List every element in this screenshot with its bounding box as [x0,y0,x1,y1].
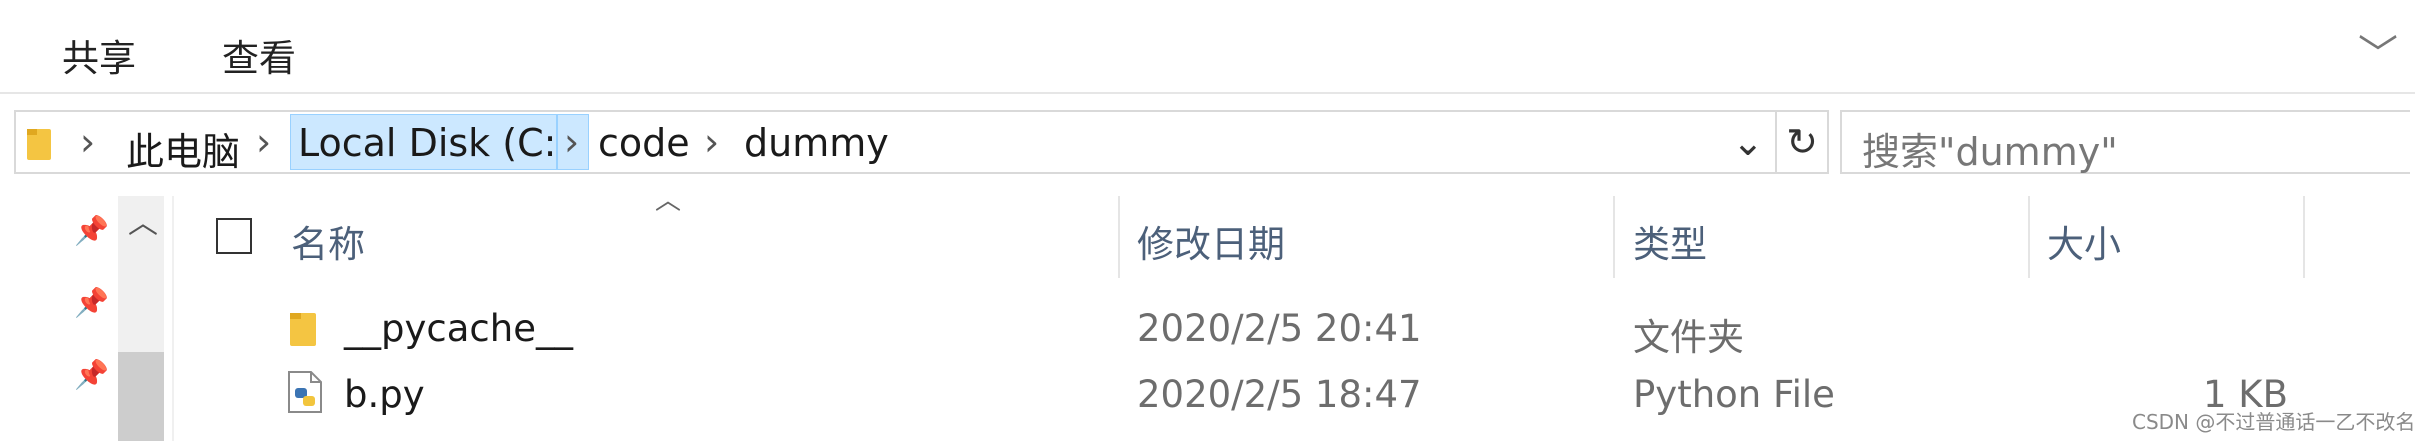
column-separator[interactable] [1118,196,1120,278]
file-name[interactable]: b.py [344,373,425,416]
file-modified: 2020/2/5 18:47 [1137,373,1422,416]
column-header-name[interactable]: 名称 [291,214,365,268]
folder-icon [290,313,316,346]
column-header-size[interactable]: 大小 [2047,214,2121,268]
breadcrumb-code[interactable]: code [598,121,690,165]
column-separator[interactable] [2028,196,2030,278]
folder-icon [27,129,51,160]
file-type: Python File [1633,373,1835,416]
breadcrumb-local-disk[interactable]: Local Disk (C:) [298,121,571,165]
ribbon-tab-share[interactable]: 共享 [62,28,136,82]
search-input[interactable]: 搜索"dummy" [1840,110,2410,174]
file-modified: 2020/2/5 20:41 [1137,307,1422,350]
nav-scrollbar-thumb[interactable] [118,352,164,441]
breadcrumb-chevron-icon[interactable]: › [704,120,719,164]
column-separator[interactable] [2303,196,2305,278]
refresh-button[interactable]: ↻ [1777,110,1829,174]
breadcrumb-this-pc[interactable]: 此电脑 [126,121,240,176]
address-bar[interactable]: › 此电脑 › Local Disk (C:) › code › dummy ⌄ [14,110,1777,174]
search-placeholder: 搜索"dummy" [1862,130,2118,174]
sort-ascending-icon: ︿ [655,186,682,216]
ribbon-expand-icon[interactable]: ﹀ [2358,22,2398,80]
python-file-icon [288,371,322,413]
scroll-up-icon[interactable]: ︿ [128,198,158,242]
column-separator[interactable] [1613,196,1615,278]
select-all-checkbox[interactable] [216,218,252,254]
breadcrumb-chevron-icon[interactable]: › [564,120,579,164]
breadcrumb-chevron-icon[interactable]: › [256,120,271,164]
pin-icon[interactable]: 📌 [74,358,109,391]
breadcrumb-dummy[interactable]: dummy [744,121,889,165]
watermark: CSDN @不过普通话一乙不改名 [2132,410,2415,434]
breadcrumb-chevron-icon[interactable]: › [80,120,95,164]
ribbon: 共享 查看 ﹀ [0,0,2415,94]
file-type: 文件夹 [1633,316,1744,359]
refresh-icon: ↻ [1786,120,1818,164]
column-header-modified[interactable]: 修改日期 [1137,214,1285,268]
column-header-type[interactable]: 类型 [1633,214,1707,268]
pin-icon[interactable]: 📌 [74,286,109,319]
file-name[interactable]: __pycache__ [344,307,573,350]
address-dropdown-icon[interactable]: ⌄ [1732,120,1764,164]
pane-divider[interactable] [172,196,174,441]
pin-icon[interactable]: 📌 [74,214,109,247]
ribbon-tab-view[interactable]: 查看 [222,28,296,82]
